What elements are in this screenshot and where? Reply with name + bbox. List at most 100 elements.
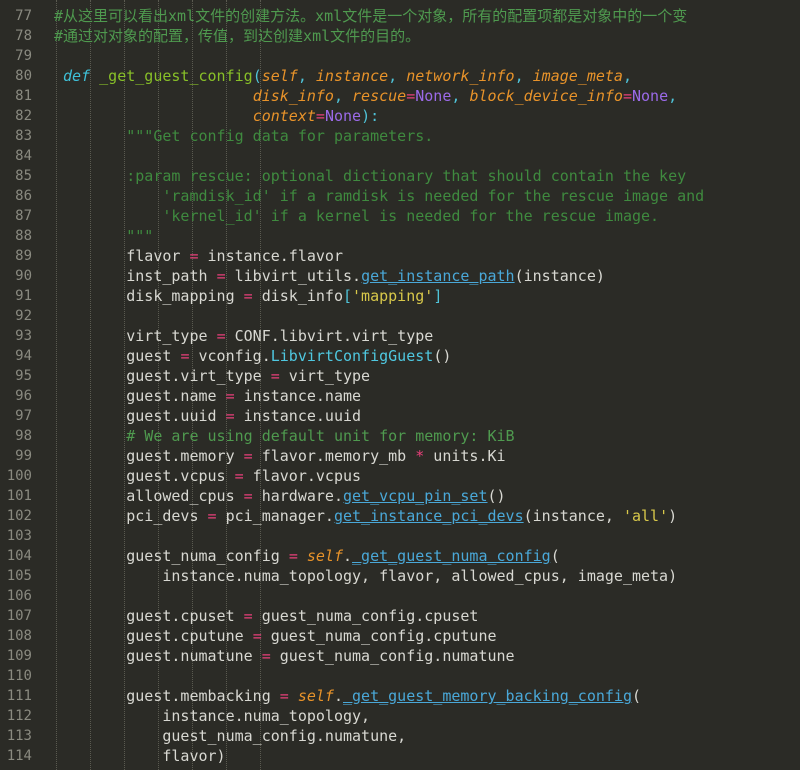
code-line[interactable]: 81 disk_info, rescue=None, block_device_…	[0, 86, 800, 106]
code-line[interactable]: 95 guest.virt_type = virt_type	[0, 366, 800, 386]
token-call: get_instance_path	[361, 267, 515, 285]
code-line[interactable]: 100 guest.vcpus = flavor.vcpus	[0, 466, 800, 486]
code-line[interactable]: 93 virt_type = CONF.libvirt.virt_type	[0, 326, 800, 346]
code-line[interactable]: 83 """Get config data for parameters.	[0, 126, 800, 146]
line-source[interactable]: flavor)	[44, 746, 800, 766]
code-line[interactable]: 109 guest.numatune = guest_numa_config.n…	[0, 646, 800, 666]
code-line[interactable]: 89 flavor = instance.flavor	[0, 246, 800, 266]
code-line[interactable]: 106	[0, 586, 800, 606]
line-source[interactable]: guest.vcpus = flavor.vcpus	[44, 466, 800, 486]
line-source[interactable]: guest_numa_config.numatune,	[44, 726, 800, 746]
code-line[interactable]: 96 guest.name = instance.name	[0, 386, 800, 406]
token-op: =	[243, 447, 253, 465]
token-cls: LibvirtConfigGuest	[270, 347, 434, 365]
line-source[interactable]: 'kernel_id' if a kernel is needed for th…	[44, 206, 800, 226]
line-source[interactable]: guest = vconfig.LibvirtConfigGuest()	[44, 346, 800, 366]
line-source[interactable]: guest_numa_config = self._get_guest_numa…	[44, 546, 800, 566]
code-line[interactable]: 90 inst_path = libvirt_utils.get_instanc…	[0, 266, 800, 286]
code-line[interactable]: 78 #通过对对象的配置，传值，到达创建xml文件的目的。	[0, 26, 800, 46]
token-plain: virt_type	[279, 367, 371, 385]
code-line[interactable]: 97 guest.uuid = instance.uuid	[0, 406, 800, 426]
line-number: 81	[15, 88, 32, 104]
line-source[interactable]: flavor = instance.flavor	[44, 246, 800, 266]
line-source[interactable]: inst_path = libvirt_utils.get_instance_p…	[44, 266, 800, 286]
token-plain: (instance)	[514, 267, 605, 285]
code-line[interactable]: 82 context=None):	[0, 106, 800, 126]
token-doc: """	[54, 227, 154, 245]
code-line[interactable]: 107 guest.cpuset = guest_numa_config.cpu…	[0, 606, 800, 626]
token-plain: guest_numa_config	[54, 547, 289, 565]
line-source[interactable]: disk_mapping = disk_info['mapping']	[44, 286, 800, 306]
line-number: 79	[15, 48, 32, 64]
line-source[interactable]: :param rescue: optional dictionary that …	[44, 166, 800, 186]
token-plain: pci_devs	[54, 507, 208, 525]
line-source[interactable]: # We are using default unit for memory: …	[44, 426, 800, 446]
code-line[interactable]: 88 """	[0, 226, 800, 246]
line-number: 94	[15, 348, 32, 364]
line-source[interactable]: pci_devs = pci_manager.get_instance_pci_…	[44, 506, 800, 526]
line-source[interactable]	[44, 586, 800, 606]
line-source[interactable]	[44, 526, 800, 546]
code-line[interactable]: 91 disk_mapping = disk_info['mapping']	[0, 286, 800, 306]
line-source[interactable]: allowed_cpus = hardware.get_vcpu_pin_set…	[44, 486, 800, 506]
token-plain: flavor.vcpus	[243, 467, 362, 485]
line-source[interactable]	[44, 306, 800, 326]
token-plain: ()	[433, 347, 452, 365]
code-line[interactable]: 101 allowed_cpus = hardware.get_vcpu_pin…	[0, 486, 800, 506]
code-line[interactable]: 87 'kernel_id' if a kernel is needed for…	[0, 206, 800, 226]
line-source[interactable]: #从这里可以看出xml文件的创建方法。xml文件是一个对象，所有的配置项都是对象…	[44, 6, 800, 26]
code-line[interactable]: 108 guest.cputune = guest_numa_config.cp…	[0, 626, 800, 646]
line-source[interactable]: #通过对对象的配置，传值，到达创建xml文件的目的。	[44, 26, 800, 46]
code-line[interactable]: 112 instance.numa_topology,	[0, 706, 800, 726]
line-number: 99	[15, 448, 32, 464]
code-line[interactable]: 80 def _get_guest_config(self, instance,…	[0, 66, 800, 86]
line-source[interactable]: guest.cpuset = guest_numa_config.cpuset	[44, 606, 800, 626]
line-source[interactable]: guest.numatune = guest_numa_config.numat…	[44, 646, 800, 666]
token-op: =	[261, 647, 271, 665]
code-line[interactable]: 102 pci_devs = pci_manager.get_instance_…	[0, 506, 800, 526]
code-editor[interactable]: 7677#从这里可以看出xml文件的创建方法。xml文件是一个对象，所有的配置项…	[0, 0, 800, 770]
token-kw: def	[63, 67, 91, 85]
code-line[interactable]: 86 'ramdisk_id' if a ramdisk is needed f…	[0, 186, 800, 206]
line-source[interactable]: """	[44, 226, 800, 246]
line-number: 95	[15, 368, 32, 384]
code-line[interactable]: 92	[0, 306, 800, 326]
line-source[interactable]: guest.virt_type = virt_type	[44, 366, 800, 386]
line-source[interactable]: disk_info, rescue=None, block_device_inf…	[44, 86, 800, 106]
line-source[interactable]: def _get_guest_config(self, instance, ne…	[44, 66, 800, 86]
token-doc: :param rescue: optional dictionary that …	[54, 167, 687, 185]
line-source[interactable]: guest.cputune = guest_numa_config.cputun…	[44, 626, 800, 646]
code-line[interactable]: 114 flavor)	[0, 746, 800, 766]
code-line[interactable]: 99 guest.memory = flavor.memory_mb * uni…	[0, 446, 800, 466]
line-source[interactable]	[44, 46, 800, 66]
line-source[interactable]	[44, 146, 800, 166]
line-source[interactable]: context=None):	[44, 106, 800, 126]
code-line[interactable]: 104 guest_numa_config = self._get_guest_…	[0, 546, 800, 566]
code-lines-container[interactable]: 7677#从这里可以看出xml文件的创建方法。xml文件是一个对象，所有的配置项…	[0, 0, 800, 766]
line-source[interactable]: guest.memory = flavor.memory_mb * units.…	[44, 446, 800, 466]
line-source[interactable]: instance.numa_topology,	[44, 706, 800, 726]
line-source[interactable]: virt_type = CONF.libvirt.virt_type	[44, 326, 800, 346]
code-line[interactable]: 105 instance.numa_topology, flavor, allo…	[0, 566, 800, 586]
line-source[interactable]: instance.numa_topology, flavor, allowed_…	[44, 566, 800, 586]
code-line[interactable]: 113 guest_numa_config.numatune,	[0, 726, 800, 746]
code-line[interactable]: 85 :param rescue: optional dictionary th…	[0, 166, 800, 186]
line-source[interactable]: 'ramdisk_id' if a ramdisk is needed for …	[44, 186, 800, 206]
code-line[interactable]: 77 #从这里可以看出xml文件的创建方法。xml文件是一个对象，所有的配置项都是…	[0, 6, 800, 26]
line-source[interactable]: guest.name = instance.name	[44, 386, 800, 406]
code-line[interactable]: 103	[0, 526, 800, 546]
line-source[interactable]: guest.uuid = instance.uuid	[44, 406, 800, 426]
line-number: 103	[6, 528, 32, 544]
code-line[interactable]: 84	[0, 146, 800, 166]
code-line[interactable]: 94 guest = vconfig.LibvirtConfigGuest()	[0, 346, 800, 366]
line-source[interactable]	[44, 666, 800, 686]
line-number: 83	[15, 128, 32, 144]
line-source[interactable]: """Get config data for parameters.	[44, 126, 800, 146]
code-line[interactable]: 98 # We are using default unit for memor…	[0, 426, 800, 446]
code-line[interactable]: 111 guest.membacking = self._get_guest_m…	[0, 686, 800, 706]
code-line[interactable]: 110	[0, 666, 800, 686]
line-source[interactable]: guest.membacking = self._get_guest_memor…	[44, 686, 800, 706]
code-line[interactable]: 79	[0, 46, 800, 66]
